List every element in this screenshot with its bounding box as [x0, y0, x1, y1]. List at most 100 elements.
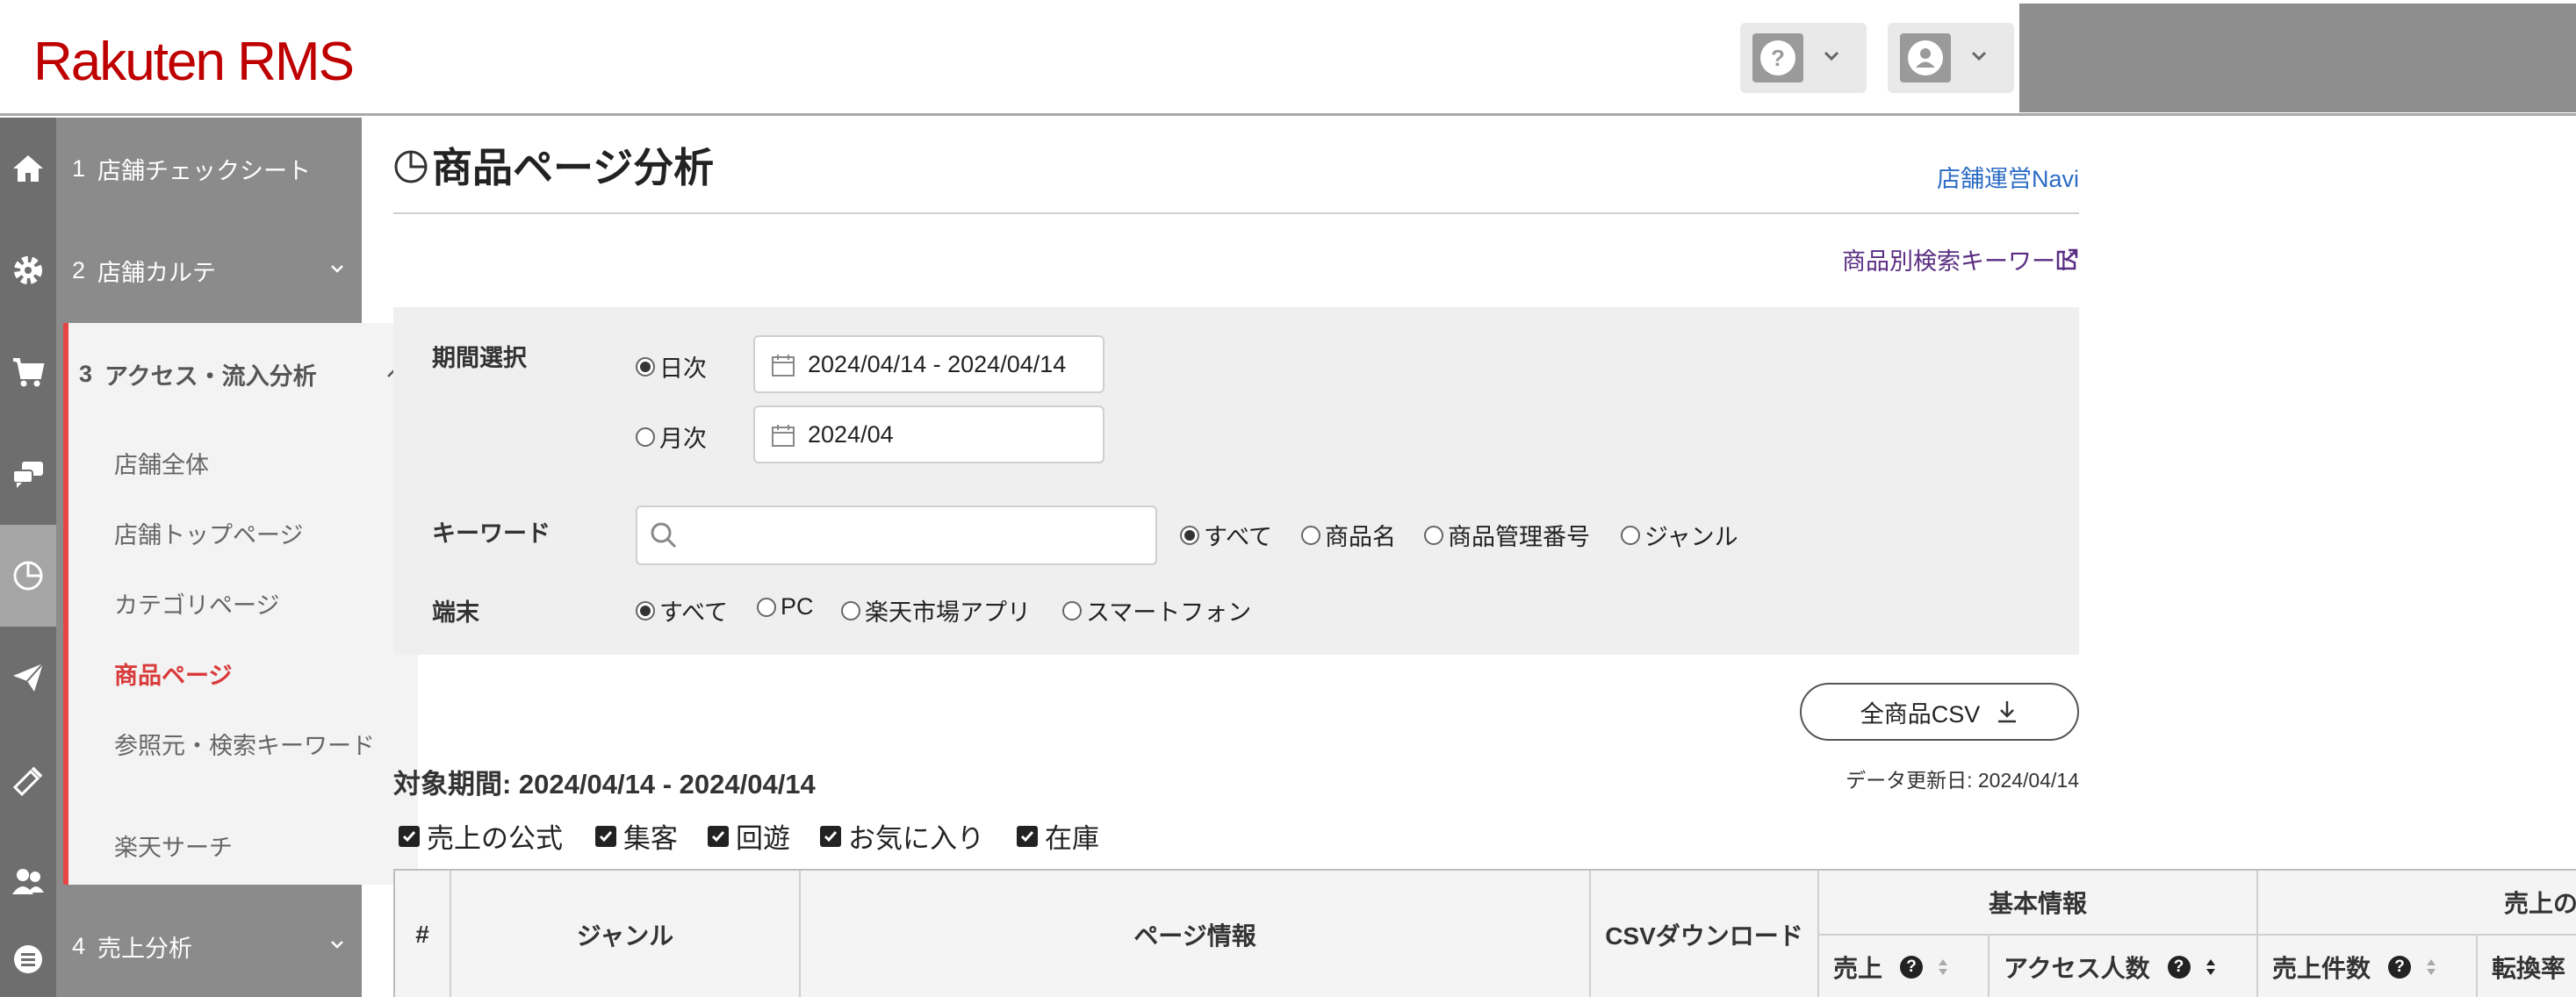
- radio-label: すべて: [1204, 524, 1273, 550]
- sidebar-subitem-top-page[interactable]: 店舗トップページ: [114, 518, 378, 553]
- monthly-radio[interactable]: 月次: [636, 420, 707, 454]
- checkbox-label: 集客: [623, 823, 678, 854]
- sort-icon[interactable]: [1937, 957, 1949, 978]
- radio-label: 商品管理番号: [1448, 524, 1590, 550]
- sidebar-item-sales-analysis[interactable]: 4 売上分析: [56, 895, 362, 997]
- sidebar-subitem-category-page[interactable]: カテゴリページ: [114, 588, 378, 623]
- sidebar-subitem-store-overall[interactable]: 店舗全体: [114, 448, 378, 483]
- daily-date-range-input[interactable]: 2024/04/14 - 2024/04/14: [753, 335, 1105, 393]
- checkbox-sales-formula[interactable]: 売上の公式: [399, 816, 563, 856]
- user-menu-button[interactable]: [1888, 23, 2014, 93]
- date-range-value: 2024/04/14 - 2024/04/14: [808, 350, 1067, 377]
- sidebar-subitem-referrer-keyword[interactable]: 参照元・検索キーワード: [114, 728, 378, 764]
- filter-panel: 期間選択 日次 2024/04/14 - 2024/04/14 月次 2024/…: [393, 307, 2079, 655]
- radio-label: 月次: [659, 426, 707, 452]
- calendar-icon: [772, 355, 795, 377]
- column-header-visitors[interactable]: アクセス人数 ?: [1990, 934, 2258, 997]
- checkbox-label: 回遊: [736, 823, 790, 854]
- radio-unselected-icon: [1301, 525, 1320, 545]
- top-header: Rakuten RMS ?: [0, 0, 2576, 116]
- cart-icon[interactable]: [0, 321, 56, 423]
- keyword-scope-all-radio[interactable]: すべて: [1180, 518, 1272, 552]
- rakuten-rms-logo[interactable]: Rakuten RMS: [33, 32, 355, 93]
- all-products-csv-button[interactable]: 全商品CSV: [1800, 683, 2079, 741]
- sort-icon[interactable]: [2425, 957, 2437, 978]
- checkbox-traffic[interactable]: 集客: [595, 816, 678, 856]
- send-icon[interactable]: [0, 627, 56, 728]
- help-icon[interactable]: ?: [2388, 956, 2412, 979]
- list-icon[interactable]: [0, 932, 56, 997]
- keyword-label: キーワード: [432, 520, 550, 547]
- sidebar-menu: 1 店舗チェックシート 2 店舗カルテ 3 アクセス・流入分析 店舗全体 店舗ト…: [56, 118, 418, 997]
- radio-unselected-icon: [636, 427, 655, 447]
- gear-icon[interactable]: [0, 219, 56, 321]
- sidebar-subitem-rakuten-search[interactable]: 楽天サーチ: [114, 830, 378, 865]
- column-header-sales-count[interactable]: 売上件数 ?: [2258, 934, 2478, 997]
- chevron-down-icon: [331, 941, 343, 949]
- sidebar-item-number: 3: [79, 360, 93, 387]
- radio-label: PC: [781, 593, 814, 620]
- device-all-radio[interactable]: すべて: [636, 593, 728, 628]
- pie-chart-icon[interactable]: [0, 525, 56, 627]
- checkbox-label: 在庫: [1045, 823, 1099, 854]
- store-navi-link[interactable]: 店舗運営Navi: [1937, 160, 2079, 194]
- checkbox-label: 売上の公式: [427, 823, 563, 854]
- home-icon[interactable]: [0, 118, 56, 219]
- sidebar-subitem-product-page[interactable]: 商品ページ: [114, 658, 378, 693]
- pie-chart-icon: [394, 150, 428, 183]
- column-group-sales: 売上の: [2503, 890, 2576, 917]
- icon-rail: [0, 118, 56, 997]
- radio-unselected-icon: [757, 597, 776, 617]
- column-header-label: 売上: [1833, 955, 1883, 982]
- checkbox-favorites[interactable]: お気に入り: [820, 816, 984, 856]
- help-menu-button[interactable]: ?: [1740, 23, 1867, 93]
- people-icon[interactable]: [0, 830, 56, 932]
- column-group-basic-info: 基本情報: [1819, 871, 2258, 934]
- radio-unselected-icon: [841, 600, 860, 620]
- keyword-scope-item-number-radio[interactable]: 商品管理番号: [1424, 518, 1590, 552]
- keyword-scope-genre-radio[interactable]: ジャンル: [1621, 518, 1738, 552]
- sidebar-item-label: 売上分析: [97, 935, 193, 962]
- checkbox-circulation[interactable]: 回遊: [708, 816, 790, 856]
- keyword-scope-product-name-radio[interactable]: 商品名: [1301, 518, 1396, 552]
- daily-radio[interactable]: 日次: [636, 349, 707, 384]
- checkbox-checked-icon: [399, 825, 420, 847]
- column-header-page-info: ページ情報: [801, 871, 1591, 997]
- radio-label: 商品名: [1325, 524, 1396, 550]
- calendar-icon: [772, 425, 795, 447]
- column-header-label: アクセス人数: [2004, 955, 2150, 982]
- help-icon[interactable]: ?: [2167, 956, 2191, 979]
- monthly-date-input[interactable]: 2024/04: [753, 405, 1105, 463]
- column-header-label: 転換率: [2492, 955, 2566, 982]
- radio-label: スマートフォン: [1086, 599, 1252, 626]
- checkbox-checked-icon: [708, 825, 729, 847]
- checkbox-inventory[interactable]: 在庫: [1017, 816, 1099, 856]
- sidebar-item-number: 1: [72, 154, 86, 182]
- device-pc-radio[interactable]: PC: [757, 593, 814, 620]
- column-header-sales[interactable]: 売上 ?: [1819, 934, 1990, 997]
- external-link-icon[interactable]: [2054, 247, 2079, 272]
- page-title: 商品ページ分析: [432, 145, 715, 190]
- sidebar-section-access: 3 アクセス・流入分析 店舗全体 店舗トップページ カテゴリページ 商品ページ …: [63, 323, 418, 885]
- product-keyword-link[interactable]: 商品別検索キーワード: [1842, 242, 2079, 276]
- radio-label: すべて: [659, 599, 729, 626]
- device-smartphone-radio[interactable]: スマートフォン: [1062, 593, 1251, 628]
- column-header-label: 売上件数: [2272, 955, 2371, 982]
- sidebar-item-access-analysis[interactable]: 3 アクセス・流入分析: [68, 323, 418, 425]
- help-icon[interactable]: ?: [1900, 956, 1924, 979]
- keyword-search-input[interactable]: [636, 506, 1157, 565]
- sidebar-item-number: 4: [72, 932, 86, 959]
- download-icon: [1998, 701, 2017, 723]
- sidebar-item-check-sheet[interactable]: 1 店舗チェックシート: [56, 118, 362, 219]
- sort-icon[interactable]: [2205, 957, 2217, 978]
- chat-icon[interactable]: [0, 423, 56, 525]
- sidebar-item-karte[interactable]: 2 店舗カルテ: [56, 219, 362, 321]
- checkbox-checked-icon: [1017, 825, 1038, 847]
- column-header-genre: ジャンル: [451, 871, 801, 997]
- device-label: 端末: [432, 599, 479, 626]
- megaphone-icon[interactable]: [0, 728, 56, 830]
- device-app-radio[interactable]: 楽天市場アプリ: [841, 593, 1031, 628]
- column-header-index: #: [395, 871, 451, 997]
- masked-store-info: [2019, 4, 2576, 112]
- column-header-conversion-rate[interactable]: 転換率: [2478, 934, 2576, 997]
